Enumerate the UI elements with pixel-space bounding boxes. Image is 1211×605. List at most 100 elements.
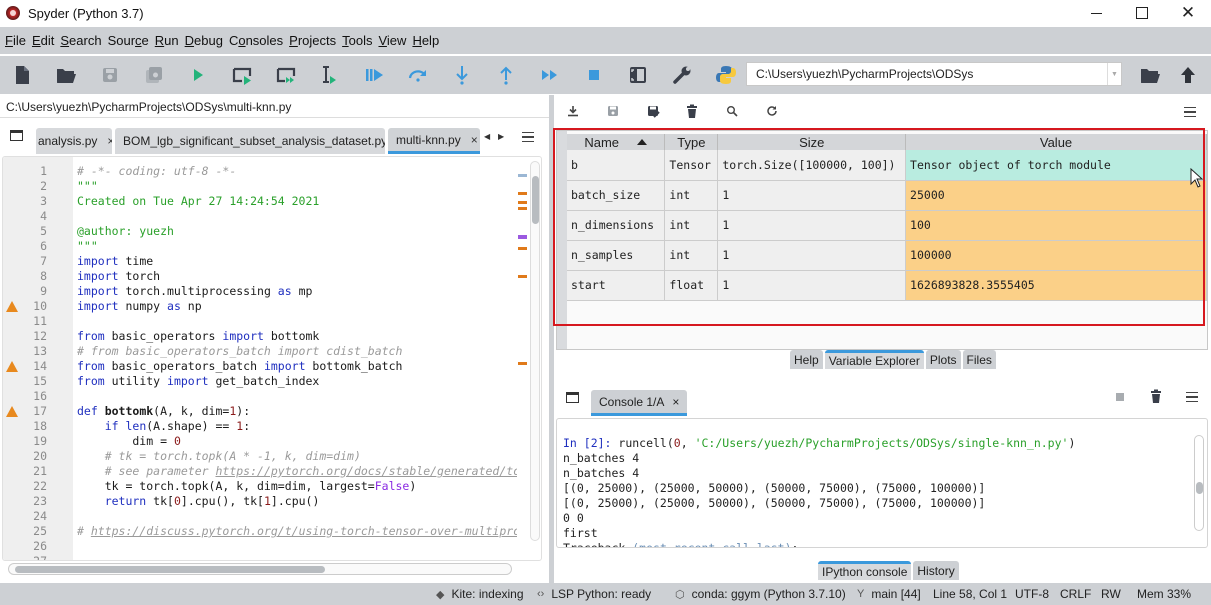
code-editor[interactable]: 1 # -*- coding: utf-8 -*- 2 """ 3 Created on … [2, 156, 542, 561]
maximize-pane-button[interactable] [616, 60, 660, 90]
browse-tabs-icon[interactable] [566, 392, 579, 403]
close-button[interactable]: ✕ [1165, 0, 1211, 26]
save-all-button[interactable] [132, 60, 176, 90]
close-tab-icon[interactable]: × [471, 133, 478, 147]
menu-file[interactable]: File [5, 33, 26, 48]
variable-row-n-samples[interactable]: n_samples int 1 100000 [567, 240, 1207, 271]
variable-row-b[interactable]: b Tensor torch.Size([100000, 100]) Tensor o… [567, 150, 1207, 181]
pane-tab-variable-explorer[interactable]: Variable Explorer [824, 350, 924, 369]
console-options-icon[interactable] [1186, 392, 1198, 402]
run-selection-button[interactable] [308, 60, 352, 90]
variable-row-n-dimensions[interactable]: n_dimensions int 1 100 [567, 210, 1207, 241]
menu-consoles[interactable]: Consoles [229, 33, 283, 48]
step-over-button[interactable] [396, 60, 440, 90]
maximize-button[interactable] [1119, 0, 1165, 26]
variable-explorer-options-icon[interactable] [1184, 107, 1196, 117]
column-header-type[interactable]: Type [664, 134, 719, 150]
minimize-button[interactable] [1073, 0, 1119, 26]
git-branch-status[interactable]: Ymain [44] [857, 587, 921, 601]
chevron-down-icon[interactable]: ▼ [1107, 63, 1121, 85]
save-data-as-icon[interactable] [646, 104, 660, 118]
menu-debug[interactable]: Debug [185, 33, 223, 48]
close-tab-icon[interactable]: × [672, 395, 679, 409]
variable-value[interactable]: Tensor object of torch module [905, 150, 1207, 181]
warning-icon[interactable] [6, 406, 18, 417]
tab-bom-lgb[interactable]: BOM_lgb_significant_subset_analysis_data… [115, 128, 385, 154]
menu-run[interactable]: Run [155, 33, 179, 48]
editor-options-menu-icon[interactable] [522, 132, 534, 142]
remove-variables-icon[interactable] [1150, 389, 1162, 406]
kite-status[interactable]: ◆ Kite: indexing [436, 587, 524, 601]
scrollbar-thumb[interactable] [532, 176, 539, 224]
console-vertical-scrollbar[interactable] [1194, 435, 1204, 531]
variable-name: start [567, 270, 666, 301]
scroll-tabs-left-icon[interactable]: ◀ [484, 132, 490, 141]
variable-name: b [567, 150, 666, 181]
column-header-size[interactable]: Size [717, 134, 907, 150]
tab-console-1a[interactable]: Console 1/A × [591, 390, 688, 416]
editor-vertical-scrollbar[interactable] [530, 161, 540, 541]
warning-icon[interactable] [6, 361, 18, 372]
menu-view[interactable]: View [378, 33, 406, 48]
pane-tab-ipython-console[interactable]: IPython console [818, 561, 912, 580]
warning-icon[interactable] [6, 301, 18, 312]
refresh-icon[interactable] [765, 104, 779, 118]
scroll-tabs-right-icon[interactable]: ▶ [498, 132, 504, 141]
variable-value[interactable]: 100000 [905, 240, 1207, 271]
editor-horizontal-scrollbar[interactable] [8, 563, 512, 575]
variable-value[interactable]: 1626893828.3555405 [905, 270, 1207, 301]
doc-link[interactable]: https://pytorch.org/docs/stable/generate… [215, 464, 517, 478]
step-return-button[interactable] [484, 60, 528, 90]
open-file-button[interactable] [44, 60, 88, 90]
conda-env-status[interactable]: ⬡ conda: ggym (Python 3.7.10) [675, 587, 846, 601]
pythonpath-manager-button[interactable] [704, 60, 748, 90]
wrench-icon [673, 66, 691, 84]
pane-tab-history[interactable]: History [913, 561, 959, 580]
parent-directory-button[interactable] [1166, 60, 1210, 90]
run-button[interactable] [176, 60, 220, 90]
pane-tab-help[interactable]: Help [790, 350, 823, 369]
preferences-button[interactable] [660, 60, 704, 90]
menu-search[interactable]: Search [60, 33, 101, 48]
save-button[interactable] [88, 60, 132, 90]
debug-button[interactable] [352, 60, 396, 90]
ipython-console-output[interactable]: In [2]: runcell(0, 'C:/Users/yuezh/Pycha… [556, 418, 1208, 548]
column-header-value[interactable]: Value [905, 134, 1207, 150]
doc-link[interactable]: https://discuss.pytorch.org/t/using-torc… [91, 524, 517, 538]
menu-projects[interactable]: Projects [289, 33, 336, 48]
menu-edit[interactable]: Edit [32, 33, 54, 48]
run-cell-button[interactable] [220, 60, 264, 90]
lsp-status[interactable]: ‹› LSP Python: ready [537, 587, 651, 601]
scrollbar-thumb[interactable] [1196, 482, 1203, 494]
tab-analysis[interactable]: analysis.py × [36, 128, 112, 154]
working-directory-combobox[interactable]: C:\Users\yuezh\PycharmProjects\ODSys ▼ [746, 62, 1122, 86]
import-data-icon[interactable] [566, 104, 580, 118]
variable-value[interactable]: 100 [905, 210, 1207, 241]
variable-row-batch-size[interactable]: batch_size int 1 25000 [567, 180, 1207, 211]
interrupt-kernel-icon[interactable] [1116, 393, 1124, 401]
variable-value[interactable]: 25000 [905, 180, 1207, 211]
pane-tab-files[interactable]: Files [962, 350, 996, 369]
main-toolbar: C:\Users\yuezh\PycharmProjects\ODSys ▼ [0, 56, 1211, 94]
browse-tabs-icon[interactable] [10, 130, 23, 141]
close-tab-icon[interactable]: × [107, 134, 112, 148]
scrollbar-thumb[interactable] [15, 566, 325, 573]
stop-debug-button[interactable] [572, 60, 616, 90]
continue-button[interactable] [528, 60, 572, 90]
pane-tab-plots[interactable]: Plots [925, 350, 961, 369]
remove-all-variables-icon[interactable] [685, 104, 699, 118]
column-header-name[interactable]: Name [567, 134, 666, 150]
step-into-button[interactable] [440, 60, 484, 90]
line-number: 21 [33, 464, 47, 478]
menu-tools[interactable]: Tools [342, 33, 372, 48]
save-data-icon[interactable] [606, 104, 620, 118]
menu-source[interactable]: Source [108, 33, 149, 48]
console-tab-label: Console 1/A [599, 394, 665, 409]
variable-row-start[interactable]: start float 1 1626893828.3555405 [567, 270, 1207, 301]
tab-multi-knn[interactable]: multi-knn.py × [388, 128, 480, 154]
run-cell-advance-button[interactable] [264, 60, 308, 90]
menu-help[interactable]: Help [412, 33, 439, 48]
new-file-button[interactable] [0, 60, 44, 90]
line-number: 23 [33, 494, 47, 508]
search-icon[interactable] [725, 104, 739, 118]
